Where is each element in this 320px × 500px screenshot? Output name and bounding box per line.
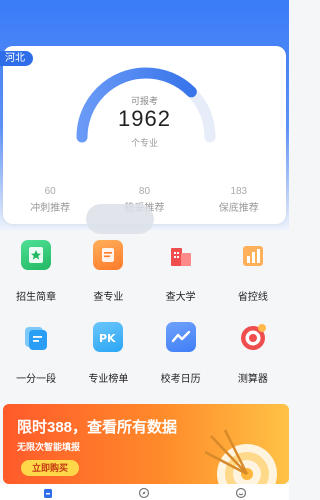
tool-calculator[interactable]: 测算器 bbox=[217, 322, 289, 404]
tab-home[interactable] bbox=[0, 484, 96, 500]
promo-subtitle: 无限次智能填报 bbox=[17, 442, 81, 452]
buy-now-button[interactable]: 立即购买 bbox=[21, 460, 79, 476]
book-star-icon bbox=[21, 240, 52, 270]
stat-safe-count: 80 bbox=[138, 186, 151, 197]
tab-mine[interactable] bbox=[193, 484, 289, 500]
tool-label: 查专业 bbox=[93, 292, 124, 303]
trend-calendar-icon bbox=[165, 322, 196, 352]
tool-admission-guide[interactable]: 招生简章 bbox=[0, 240, 72, 322]
bottom-tabbar bbox=[0, 484, 289, 500]
tool-grid: 招生简章 查专业 查大学 省控线 一分一段 PK 专业榜单 校考日历 测算器 bbox=[0, 240, 289, 404]
cards-icon bbox=[21, 322, 51, 352]
home-icon bbox=[44, 489, 53, 498]
tool-label: 查大学 bbox=[165, 292, 196, 303]
tool-exam-calendar[interactable]: 校考日历 bbox=[145, 322, 217, 404]
target-icon bbox=[238, 322, 268, 352]
stat-fallback[interactable]: 183 保底推荐 bbox=[192, 186, 286, 214]
svg-text:PK: PK bbox=[99, 332, 116, 345]
tool-major-ranking[interactable]: PK 专业榜单 bbox=[72, 322, 144, 404]
tool-score-rank[interactable]: 一分一段 bbox=[0, 322, 72, 404]
target-arrows-icon bbox=[204, 429, 277, 484]
bar-chart-icon bbox=[238, 240, 268, 270]
tool-label: 测算器 bbox=[237, 374, 268, 385]
stat-fallback-count: 183 bbox=[230, 186, 248, 197]
stat-fallback-label: 保底推荐 bbox=[218, 203, 259, 214]
stat-sprint[interactable]: 60 冲刺推荐 bbox=[3, 186, 97, 214]
compass-icon bbox=[139, 487, 150, 499]
promo-title: 限时388，查看所有数据 bbox=[17, 419, 178, 436]
tool-label: 招生简章 bbox=[16, 292, 57, 303]
stat-sprint-count: 60 bbox=[44, 186, 56, 197]
tool-label: 省控线 bbox=[237, 292, 268, 303]
gauge-value: 1962 bbox=[118, 106, 171, 131]
tool-label: 一分一段 bbox=[16, 374, 57, 385]
gauge-unit: 个专业 bbox=[130, 138, 158, 148]
province-tag[interactable]: 河北 bbox=[0, 51, 33, 66]
tab-discover[interactable] bbox=[96, 484, 192, 500]
pk-icon: PK bbox=[93, 322, 124, 352]
tool-control-line[interactable]: 省控线 bbox=[217, 240, 289, 322]
promo-banner[interactable]: 限时388，查看所有数据 无限次智能填报 立即购买 bbox=[3, 404, 289, 484]
tool-label: 专业榜单 bbox=[88, 374, 129, 385]
document-icon bbox=[93, 240, 124, 270]
scroll-handle[interactable] bbox=[86, 204, 154, 234]
stat-sprint-label: 冲刺推荐 bbox=[30, 203, 71, 214]
tool-label: 校考日历 bbox=[160, 374, 201, 385]
building-icon bbox=[166, 240, 196, 270]
tool-search-university[interactable]: 查大学 bbox=[145, 240, 217, 322]
tool-search-major[interactable]: 查专业 bbox=[72, 240, 144, 322]
smile-icon bbox=[235, 487, 246, 499]
